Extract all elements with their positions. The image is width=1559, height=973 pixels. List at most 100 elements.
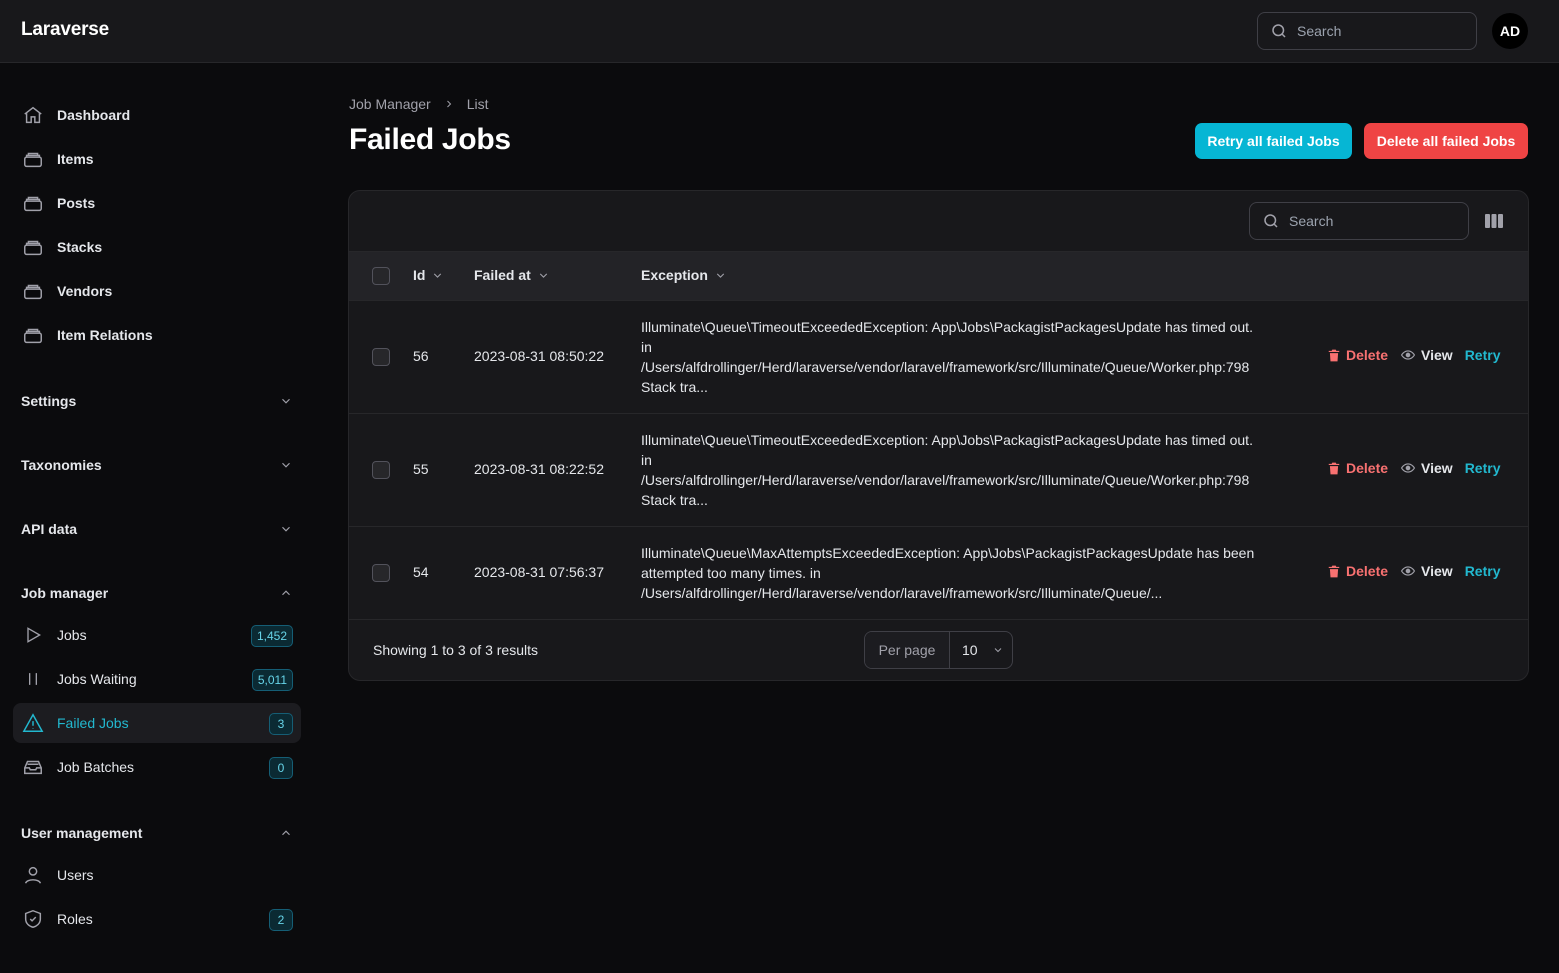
- table-header: Id Failed at Exception: [349, 252, 1528, 301]
- sidebar-item-label: Stacks: [57, 239, 103, 255]
- trash-icon: [1327, 564, 1341, 579]
- chevron-down-icon: [714, 269, 727, 282]
- exception-line: /Users/alfdrollinger/Herd/laraverse/vend…: [641, 472, 1250, 488]
- delete-all-button[interactable]: Delete all failed Jobs: [1364, 123, 1528, 159]
- column-label: Id: [413, 267, 426, 283]
- search-icon: [1262, 212, 1280, 230]
- delete-action[interactable]: Delete: [1327, 347, 1388, 363]
- exception-line: Illuminate\Queue\TimeoutExceededExceptio…: [641, 319, 1253, 335]
- retry-action[interactable]: Retry: [1465, 460, 1501, 476]
- view-action[interactable]: View: [1400, 563, 1453, 579]
- sidebar-item-stacks[interactable]: Stacks: [13, 227, 301, 267]
- sidebar-item-roles[interactable]: Roles 2: [13, 899, 301, 939]
- sidebar-item-label: Item Relations: [57, 327, 153, 343]
- exception-line: Illuminate\Queue\TimeoutExceededExceptio…: [641, 432, 1253, 448]
- retry-action[interactable]: Retry: [1465, 563, 1501, 579]
- table-search-input[interactable]: [1289, 213, 1439, 229]
- count-badge: 3: [269, 713, 293, 735]
- delete-action[interactable]: Delete: [1327, 563, 1388, 579]
- pause-icon: [21, 667, 45, 691]
- global-search[interactable]: [1257, 12, 1477, 50]
- breadcrumb: Job Manager List: [349, 96, 489, 112]
- avatar[interactable]: AD: [1492, 13, 1528, 49]
- row-checkbox[interactable]: [372, 461, 390, 479]
- sidebar-item-label: Job Batches: [57, 759, 135, 775]
- cell-id: 54: [413, 564, 429, 580]
- retry-all-button[interactable]: Retry all failed Jobs: [1195, 123, 1352, 159]
- sidebar-item-label: Vendors: [57, 283, 113, 299]
- sidebar-item-job-batches[interactable]: Job Batches 0: [13, 747, 301, 787]
- cell-exception: Illuminate\Queue\TimeoutExceededExceptio…: [641, 430, 1303, 510]
- sidebar-group-settings[interactable]: Settings: [21, 389, 293, 413]
- stack-icon: [21, 191, 45, 215]
- exception-line: Stack tra...: [641, 379, 708, 395]
- column-header-exception[interactable]: Exception: [641, 267, 727, 283]
- home-icon: [21, 103, 45, 127]
- stack-icon: [21, 235, 45, 259]
- breadcrumb-parent-link[interactable]: Job Manager: [349, 96, 431, 112]
- columns-icon[interactable]: [1484, 212, 1504, 230]
- cell-id: 55: [413, 461, 429, 477]
- cell-id: 56: [413, 348, 429, 364]
- per-page-control: Per page 10: [864, 631, 1013, 669]
- row-actions: Delete View Retry: [1327, 347, 1500, 363]
- sidebar-item-users[interactable]: Users: [13, 855, 301, 895]
- view-action[interactable]: View: [1400, 347, 1453, 363]
- chevron-down-icon: [279, 458, 293, 472]
- sidebar-group-taxonomies[interactable]: Taxonomies: [21, 453, 293, 477]
- count-badge: 0: [269, 757, 293, 779]
- group-label: Taxonomies: [21, 457, 102, 473]
- stack-icon: [21, 323, 45, 347]
- sidebar-group-api-data[interactable]: API data: [21, 517, 293, 541]
- sidebar-item-vendors[interactable]: Vendors: [13, 271, 301, 311]
- table-row: 56 2023-08-31 08:50:22 Illuminate\Queue\…: [349, 301, 1528, 414]
- group-label: Job manager: [21, 585, 109, 601]
- group-label: Settings: [21, 393, 77, 409]
- column-header-failed-at[interactable]: Failed at: [474, 267, 550, 283]
- sidebar-item-dashboard[interactable]: Dashboard: [13, 95, 301, 135]
- group-label: User management: [21, 825, 143, 841]
- exception-line: in: [641, 452, 652, 468]
- view-action[interactable]: View: [1400, 460, 1453, 476]
- sidebar-item-label: Failed Jobs: [57, 715, 129, 731]
- sidebar-item-items[interactable]: Items: [13, 139, 301, 179]
- sidebar-item-posts[interactable]: Posts: [13, 183, 301, 223]
- search-icon: [1270, 22, 1288, 40]
- sidebar-item-jobs[interactable]: Jobs 1,452: [13, 615, 301, 655]
- table-row: 54 2023-08-31 07:56:37 Illuminate\Queue\…: [349, 527, 1528, 620]
- table-toolbar: [349, 191, 1528, 252]
- sidebar-group-job-manager[interactable]: Job manager: [21, 581, 293, 605]
- page-title: Failed Jobs: [349, 123, 511, 156]
- sidebar-item-label: Roles: [57, 911, 93, 927]
- column-header-id[interactable]: Id: [413, 267, 444, 283]
- action-label: Delete: [1346, 347, 1389, 363]
- cell-failed-at: 2023-08-31 08:50:22: [474, 348, 604, 364]
- cell-failed-at: 2023-08-31 08:22:52: [474, 461, 604, 477]
- chevron-down-icon: [537, 269, 550, 282]
- delete-action[interactable]: Delete: [1327, 460, 1388, 476]
- global-search-input[interactable]: [1297, 23, 1447, 39]
- inbox-stack-icon: [21, 755, 45, 779]
- table-search[interactable]: [1249, 202, 1469, 240]
- retry-action[interactable]: Retry: [1465, 347, 1501, 363]
- eye-icon: [1400, 461, 1416, 475]
- brand-logo[interactable]: Laraverse: [21, 19, 109, 41]
- play-icon: [21, 623, 45, 647]
- sidebar-item-label: Posts: [57, 195, 96, 211]
- stack-icon: [21, 279, 45, 303]
- select-all-checkbox[interactable]: [372, 267, 390, 285]
- warning-icon: [21, 711, 45, 735]
- sidebar-item-jobs-waiting[interactable]: Jobs Waiting 5,011: [13, 659, 301, 699]
- exception-line: Stack tra...: [641, 492, 708, 508]
- row-checkbox[interactable]: [372, 348, 390, 366]
- sidebar-item-label: Jobs: [57, 627, 87, 643]
- sidebar-item-item-relations[interactable]: Item Relations: [13, 315, 301, 355]
- sidebar-item-failed-jobs[interactable]: Failed Jobs 3: [13, 703, 301, 743]
- trash-icon: [1327, 348, 1341, 363]
- sidebar-group-user-management[interactable]: User management: [21, 821, 293, 845]
- action-label: View: [1421, 347, 1453, 363]
- per-page-select[interactable]: 10: [950, 632, 1012, 668]
- chevron-right-icon: [443, 98, 455, 110]
- group-label: API data: [21, 521, 78, 537]
- row-checkbox[interactable]: [372, 564, 390, 582]
